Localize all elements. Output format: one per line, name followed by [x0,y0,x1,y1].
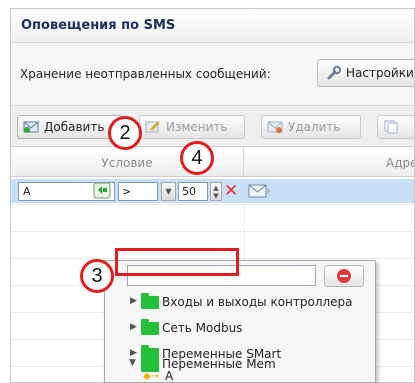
edit-button-label: Изменить [166,120,228,134]
threshold-input[interactable]: 50 [178,182,208,201]
delete-button[interactable]: Удалить [261,115,361,139]
panel-header: Оповещения по SMS [11,9,414,43]
tree-leaf-label: A [165,369,174,383]
callout-badge-3: 3 [80,259,114,293]
tree-item-label: Входы и выходы контроллера [162,295,353,309]
condition-edit-row[interactable]: A > ▼ 50 ▲ ▼ ✕ [11,179,414,203]
row-divider [11,204,414,205]
expand-arrow-icon[interactable]: ▶ [130,348,137,358]
edit-pencil-icon [145,121,160,133]
threshold-spinner[interactable]: ▲ ▼ [210,182,222,201]
copy-button[interactable] [377,115,414,139]
delete-envelope-icon [267,121,283,133]
collapse-arrow-icon[interactable]: ▼ [129,358,136,368]
panel-title: Оповещения по SMS [21,18,176,33]
column-header-address[interactable]: Адре [386,156,414,170]
folder-icon [141,293,159,309]
copy-icon [384,120,398,134]
expand-arrow-icon[interactable]: ▶ [130,296,137,306]
tree-item-label: Сеть Modbus [162,321,243,335]
toolbar: Добавить Изменить Удалить [11,107,414,147]
highlight-box-condition [115,248,239,276]
variable-leaf-icon: ◆→ [143,371,160,382]
row-divider [11,231,414,232]
tree-item-label: Переменные Mem [162,357,276,371]
callout-badge-2: 2 [108,116,142,150]
delete-button-label: Удалить [288,120,341,134]
add-envelope-icon [23,121,39,133]
expand-arrow-icon[interactable]: ▶ [130,322,137,332]
edit-button[interactable]: Изменить [139,115,245,139]
storage-settings-row: Хранение неотправленных сообщений: Настр… [11,44,414,106]
envelope-arrow-icon[interactable] [248,181,272,201]
storage-label: Хранение неотправленных сообщений: [20,67,271,81]
minus-circle-icon [337,269,351,283]
settings-button-label: Настройки [346,66,414,80]
settings-button[interactable]: Настройки [317,59,414,87]
operator-dropdown-button[interactable]: ▼ [161,182,176,201]
variable-picker-icon[interactable] [93,182,111,199]
wrench-icon [327,65,342,80]
callout-badge-4: 4 [180,141,214,175]
add-button[interactable]: Добавить [17,115,123,139]
operator-select[interactable]: > [118,182,158,201]
clear-search-button[interactable] [324,265,364,287]
remove-condition-icon[interactable]: ✕ [224,181,238,201]
add-button-label: Добавить [44,120,105,134]
folder-icon [141,319,159,335]
